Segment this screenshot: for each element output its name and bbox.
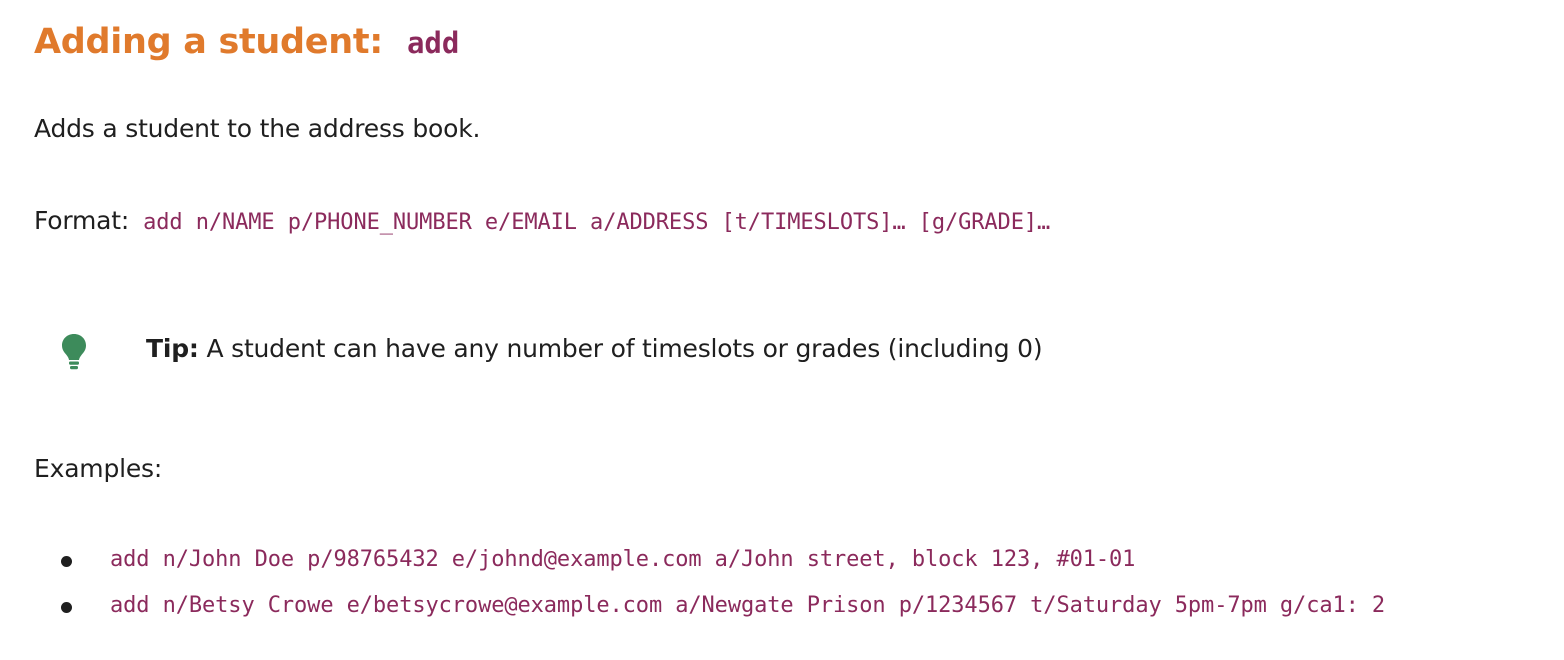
tip-body: A student can have any number of timeslo… [198, 334, 1043, 363]
lightbulb-icon [60, 332, 88, 372]
examples-label: Examples: [34, 454, 163, 483]
example-code: add n/Betsy Crowe e/betsycrowe@example.c… [110, 593, 1386, 618]
format-paragraph: Format: add n/NAME p/PHONE_NUMBER e/EMAIL… [34, 206, 1050, 235]
heading-command-code: add [406, 26, 460, 60]
format-syntax-code: add n/NAME p/PHONE_NUMBER e/EMAIL a/ADDR… [143, 210, 1051, 235]
tip-label: Tip: [146, 334, 199, 363]
tip-text: Tip: A student can have any number of ti… [146, 334, 1043, 363]
format-label: Format: [34, 206, 130, 235]
description-paragraph: Adds a student to the address book. [34, 114, 481, 143]
section-heading: Adding a student: add [34, 22, 459, 62]
bullet-icon [61, 602, 72, 613]
example-code: add n/John Doe p/98765432 e/johnd@exampl… [110, 547, 1136, 572]
bullet-icon [61, 556, 72, 567]
tip-box: Tip: A student can have any number of ti… [60, 328, 1360, 376]
document-page: Adding a student: add Adds a student to … [34, 0, 1534, 660]
heading-title: Adding a student: [34, 22, 383, 62]
